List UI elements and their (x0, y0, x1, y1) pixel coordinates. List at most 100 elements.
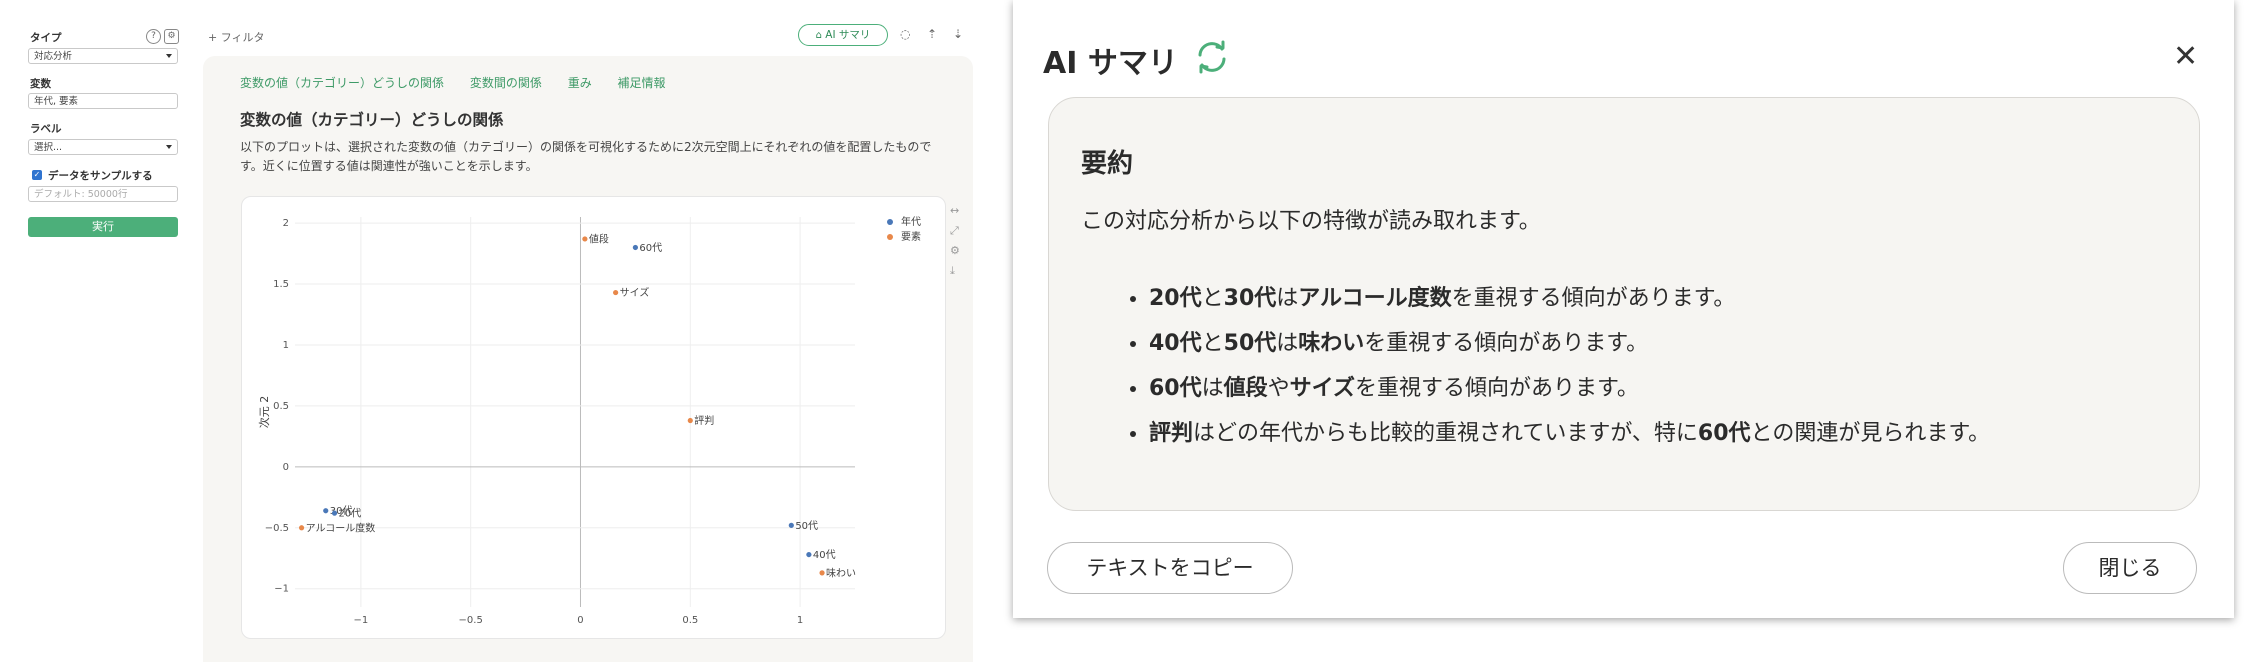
label-select-value: 選択... (34, 142, 63, 153)
settings-icon[interactable]: ⚙ (950, 244, 960, 257)
dialog-title: AI サマリ (1043, 46, 1178, 81)
legend-marker (887, 219, 893, 225)
summary-intro: この対応分析から以下の特徴が読み取れます。 (1081, 209, 1541, 234)
ai-summary-button[interactable]: ⌂ AI サマリ (798, 24, 888, 46)
type-label: タイプ (30, 32, 62, 44)
type-select[interactable]: 対応分析 (28, 48, 178, 64)
gear-icon[interactable]: ⚙ (164, 29, 179, 44)
point-label: アルコール度数 (306, 521, 376, 534)
tab-bar: 変数の値（カテゴリー）どうしの関係 変数間の関係 重み 補足情報 (240, 74, 688, 91)
scatter-point (788, 522, 794, 528)
scatter-point (632, 244, 638, 251)
scatter-point (819, 570, 825, 576)
summary-keyword: 値段 (1223, 376, 1268, 401)
x-tick-label: −1 (354, 615, 369, 626)
variable-field[interactable]: 年代, 要素 (28, 93, 178, 109)
y-tick-label: 0 (283, 462, 289, 473)
summary-list: 20代と30代はアルコール度数を重視する傾向があります。40代と50代は味わいを… (1097, 276, 1990, 456)
download-icon[interactable]: ⇣ (953, 27, 963, 41)
summary-text: は (1201, 376, 1224, 401)
summary-keyword: 50代 (1223, 331, 1277, 356)
filter-button[interactable]: + フィルタ (208, 29, 265, 45)
y-tick-label: 2 (283, 218, 289, 229)
x-tick-label: −0.5 (459, 615, 483, 626)
download-icon[interactable]: ⤓ (950, 264, 955, 278)
tab-supplementary[interactable]: 補足情報 (618, 76, 666, 90)
summary-point: 評判はどの年代からも比較的重視されていますが、特に60代との関連が見られます。 (1149, 411, 1990, 456)
point-label: 60代 (639, 242, 662, 254)
point-label: 味わい (826, 567, 856, 579)
summary-point: 60代は値段やサイズを重視する傾向があります。 (1149, 366, 1990, 411)
y-tick-label: −0.5 (265, 523, 289, 534)
summary-text: や (1267, 376, 1290, 401)
summary-keyword: サイズ (1289, 376, 1356, 401)
sample-size-placeholder: デフォルト: 50000行 (34, 189, 128, 200)
zoom-icon[interactable]: ⤢ (950, 224, 959, 238)
chart-container: −1−0.500.51−1−0.500.511.52次元 1次元 230代20代… (241, 196, 946, 639)
scatter-point (806, 551, 812, 558)
summary-point: 20代と30代はアルコール度数を重視する傾向があります。 (1149, 276, 1990, 321)
config-sidebar: タイプ ? ⚙ 対応分析 変数 年代, 要素 ラベル 選択... ✓ データをサ… (0, 0, 200, 662)
chevron-down-icon (166, 145, 172, 149)
summary-text: を重視する傾向があります。 (1364, 331, 1649, 356)
point-label: 値段 (589, 232, 609, 245)
type-select-value: 対応分析 (34, 51, 73, 62)
tab-weights[interactable]: 重み (568, 76, 592, 90)
point-label: 40代 (813, 549, 836, 561)
help-icon[interactable]: ? (146, 29, 161, 44)
summary-text: は (1276, 286, 1299, 311)
sample-checkbox[interactable]: ✓ (32, 170, 42, 180)
summary-text: はどの年代からも比較的重視されていますが、特に (1193, 421, 1698, 446)
y-tick-label: 0.5 (273, 401, 289, 412)
run-button[interactable]: 実行 (28, 217, 178, 237)
refresh-icon[interactable] (1193, 38, 1231, 76)
pan-icon[interactable]: ↔ (950, 204, 959, 217)
label-label: ラベル (30, 123, 62, 135)
correspondence-plot[interactable]: −1−0.500.51−1−0.500.511.52次元 1次元 230代20代… (242, 197, 945, 638)
scatter-point (613, 289, 619, 296)
summary-text: との関連が見られます。 (1750, 421, 1991, 446)
summary-keyword: 味わい (1298, 331, 1365, 356)
summary-keyword: 20代 (1149, 286, 1202, 311)
summary-text: を重視する傾向があります。 (1451, 286, 1736, 311)
label-select[interactable]: 選択... (28, 139, 178, 155)
x-tick-label: 0.5 (682, 615, 698, 626)
summary-keyword: アルコール度数 (1298, 286, 1452, 311)
tab-variable-relations[interactable]: 変数間の関係 (470, 76, 542, 90)
y-axis-label: 次元 2 (257, 396, 271, 429)
summary-heading: 要約 (1081, 149, 1134, 179)
summary-keyword: 評判 (1149, 421, 1194, 446)
scatter-point (331, 510, 338, 516)
scatter-point (323, 508, 329, 514)
point-label: 50代 (795, 520, 818, 532)
y-tick-label: 1 (283, 340, 289, 351)
y-tick-label: 1.5 (273, 279, 289, 290)
x-tick-label: 1 (797, 615, 803, 626)
export-icon[interactable]: ⇡ (927, 27, 937, 41)
sample-checkbox-label: データをサンプルする (48, 170, 153, 182)
legend-label: 要素 (901, 230, 921, 243)
summary-text: を重視する傾向があります。 (1355, 376, 1639, 401)
scatter-point (298, 525, 305, 531)
section-description: 以下のプロットは、選択された変数の値（カテゴリー）の関係を可視化するために2次元… (240, 140, 932, 173)
chevron-down-icon (166, 54, 172, 58)
scatter-point (582, 236, 588, 242)
summary-card: 要約 この対応分析から以下の特徴が読み取れます。 20代と30代はアルコール度数… (1048, 97, 2200, 511)
point-label: 評判 (694, 414, 714, 427)
close-button[interactable]: 閉じる (2063, 542, 2197, 594)
summary-keyword: 40代 (1149, 331, 1202, 356)
ai-icon: ⌂ (815, 30, 822, 41)
copy-text-button[interactable]: テキストをコピー (1047, 542, 1293, 594)
close-icon[interactable]: ✕ (2173, 42, 2198, 72)
comment-icon[interactable]: ◌ (900, 27, 910, 41)
variable-label: 変数 (30, 78, 51, 90)
point-label: 20代 (339, 508, 362, 520)
sample-size-input[interactable]: デフォルト: 50000行 (28, 186, 178, 202)
summary-keyword: 30代 (1223, 286, 1277, 311)
scatter-point (687, 417, 693, 424)
variable-field-value: 年代, 要素 (34, 96, 79, 107)
y-tick-label: −1 (274, 584, 289, 595)
summary-point: 40代と50代は味わいを重視する傾向があります。 (1149, 321, 1990, 366)
point-label: サイズ (620, 286, 650, 299)
tab-category-relations[interactable]: 変数の値（カテゴリー）どうしの関係 (240, 76, 444, 90)
